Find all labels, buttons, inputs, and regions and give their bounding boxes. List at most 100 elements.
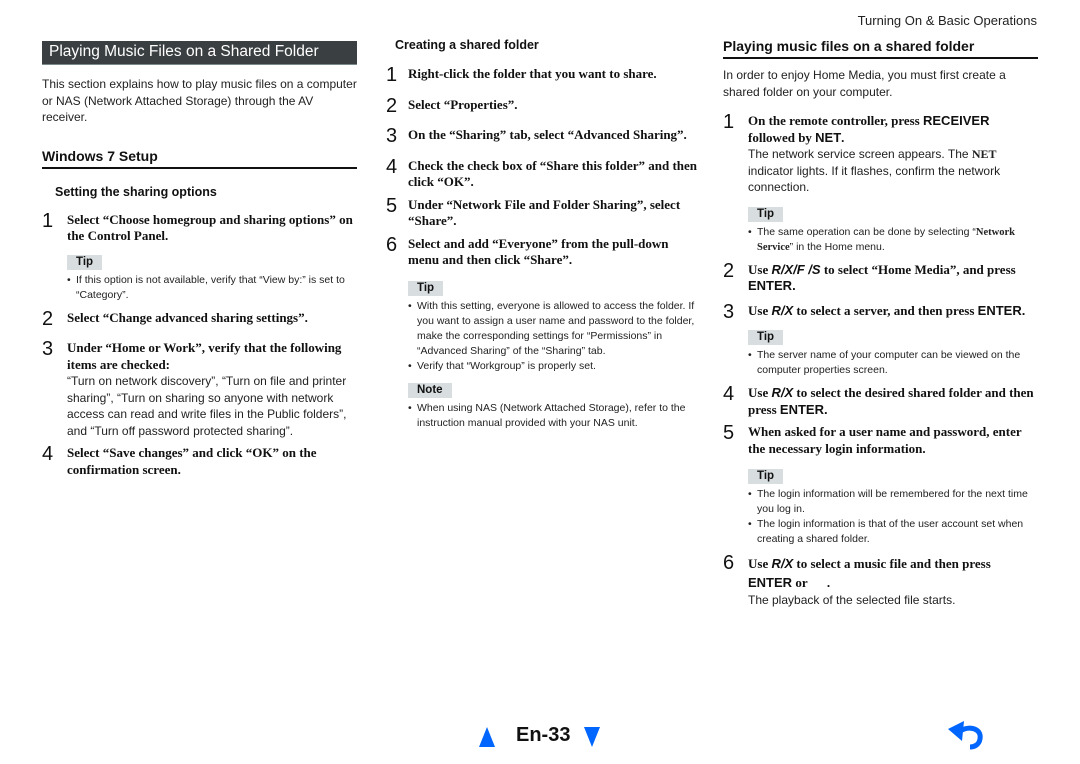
step-number: 1 [723,111,735,133]
key-net: NET [815,129,842,145]
intro-text: In order to enjoy Home Media, you must f… [723,68,1006,99]
intro-text: This section explains how to play music … [42,77,357,124]
step-number: 1 [42,209,54,232]
step-2: 2 Use R/X/F /S to select “Home Media”, a… [723,260,1038,295]
text: to select a server, and then press [793,302,978,318]
section-banner: Playing Music Files on a Shared Folder [42,41,357,65]
text: The network service screen appears. The [748,147,972,161]
text: . [1021,302,1026,318]
section-title-playing-music: Playing music files on a shared folder [723,38,1038,59]
text: to select “Home Media”, and press [820,261,1016,277]
text: . [823,401,828,417]
step-number: 2 [386,94,398,117]
note-list: When using NAS (Network Attached Storage… [408,401,698,431]
next-page-triangle-down-icon[interactable] [584,727,600,747]
step-title: Use R/X to select the desired shared fol… [748,385,1038,418]
step-1: 1 Right-click the folder that you want t… [386,64,698,86]
subsection-title-sharing-options: Setting the sharing options [55,184,217,199]
text: . [841,129,845,145]
arrow-keys: R/X/F /S [771,261,821,277]
net-indicator: NET [971,147,997,161]
return-arrow-icon[interactable] [946,719,986,758]
page-number: En-33 [516,724,571,746]
arrow-keys: R/X [771,302,794,318]
step-number: 6 [723,552,735,574]
step-title: Use R/X to select a server, and then pre… [748,303,1038,320]
step-title: Select and add “Everyone” from the pull-… [408,235,669,268]
step-number: 1 [386,64,398,86]
key-enter: ENTER [977,302,1022,318]
text: . [792,278,796,293]
left-column: Playing Music Files on a Shared Folder T… [42,41,357,478]
step-title: Check the check box of “Share this folde… [408,157,698,190]
step-body: The network service screen appears. The … [748,146,1038,196]
text: Use [748,556,772,571]
previous-page-triangle-up-icon[interactable] [479,727,495,747]
tip-label: Tip [67,254,103,270]
tip-label: Tip [748,330,784,345]
step-5: 5 When asked for a user name and passwor… [723,422,1038,547]
step-number: 2 [42,307,54,330]
text: On the remote controller, press [748,113,923,128]
text: to select a music file and then press [793,556,991,571]
step-4: 4 Use R/X to select the desired shared f… [723,383,1038,418]
text: or . [792,575,831,590]
step-5: 5 Under “Network File and Folder Sharing… [386,194,698,230]
step-4: 4 Select “Save changes” and click “OK” o… [42,443,357,478]
step-number: 3 [42,338,54,360]
tip-item: If this option is not available, verify … [67,273,357,303]
step-2: 2 Select “Change advanced sharing settin… [42,307,357,330]
step-body: “Turn on network discovery”, “Turn on fi… [67,374,347,438]
step-title: On the “Sharing” tab, select “Advanced S… [408,127,687,142]
text: indicator lights. If it flashes, confirm… [748,163,1001,195]
step-6: 6 Use R/X to select a music file and the… [723,552,1038,609]
step-1: 1 On the remote controller, press RECEIV… [723,111,1038,255]
text: The same operation can be done by select… [757,225,976,238]
step-number: 3 [386,125,398,147]
key-enter: ENTER [779,401,824,417]
text: ” in the Home menu. [789,240,885,253]
step-number: 4 [386,155,398,178]
step-title: Select “Choose homegroup and sharing opt… [67,211,353,244]
step-2: 2 Select “Properties”. [386,94,698,117]
step-title: Select “Save changes” and click “OK” on … [67,445,317,477]
arrow-keys: R/X [771,385,794,400]
tip-item: The same operation can be done by select… [748,225,1038,255]
running-head: Turning On & Basic Operations [857,13,1037,28]
tip-label: Tip [748,206,784,222]
arrow-keys: R/X [771,556,794,571]
tip-label: Tip [408,280,444,296]
step-number: 3 [723,300,735,323]
step-title: Under “Network File and Folder Sharing”,… [408,196,681,229]
tip-list: The server name of your computer can be … [748,348,1038,378]
tip-list: If this option is not available, verify … [67,273,357,303]
step-title: Right-click the folder that you want to … [408,66,657,81]
step-4: 4 Check the check box of “Share this fol… [386,155,698,191]
step-6: 6 Select and add “Everyone” from the pul… [386,234,698,431]
key-receiver: RECEIVER [923,113,990,128]
text: Use [748,261,772,277]
key-enter: ENTER [748,575,793,590]
tip-item: With this setting, everyone is allowed t… [408,299,698,359]
step-3: 3 On the “Sharing” tab, select “Advanced… [386,125,698,147]
tip-label: Tip [748,469,784,484]
text: Use [748,385,772,400]
subsection-title-creating-folder: Creating a shared folder [395,38,539,52]
step-3: 3 Use R/X to select a server, and then p… [723,300,1038,379]
right-column: Playing music files on a shared folder I… [723,38,1038,609]
step-title: Select “Properties”. [408,96,518,112]
tip-item: The server name of your computer can be … [748,348,1038,378]
step-3: 3 Under “Home or Work”, verify that the … [42,338,357,439]
step-1: 1 Select “Choose homegroup and sharing o… [42,209,357,303]
tip-list: With this setting, everyone is allowed t… [408,299,698,374]
step-title: On the remote controller, press RECEIVER… [748,113,1038,146]
step-title: Under “Home or Work”, verify that the fo… [67,340,342,372]
step-number: 5 [386,194,398,217]
tip-list: The login information will be remembered… [748,487,1038,547]
middle-column: Creating a shared folder 1 Right-click t… [386,38,698,431]
step-number: 4 [42,443,54,465]
step-body: The playback of the selected file starts… [748,593,956,607]
section-title-windows7: Windows 7 Setup [42,148,357,169]
step-title: Use R/X/F /S to select “Home Media”, and… [748,262,1038,295]
step-number: 4 [723,383,735,405]
